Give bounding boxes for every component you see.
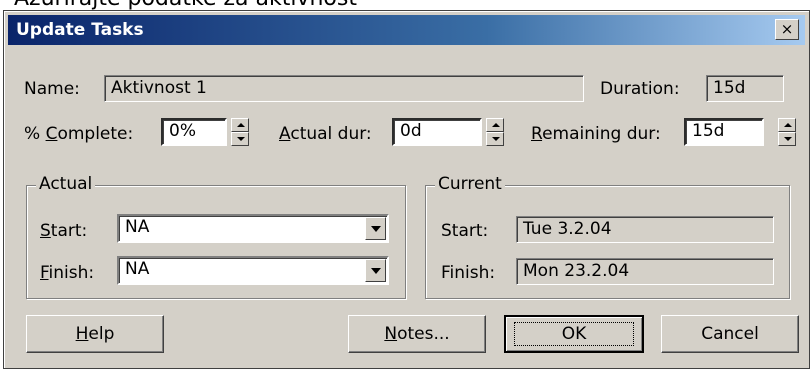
- actual-start-combo[interactable]: NA: [117, 214, 389, 243]
- remaining-dur-input[interactable]: 15d: [684, 118, 764, 146]
- actual-dur-label: Actual dur:: [279, 124, 372, 144]
- duration-label: Duration:: [600, 79, 680, 99]
- actual-group-label: Actual: [36, 174, 96, 194]
- actual-finish-label: Finish:: [40, 263, 95, 283]
- close-icon: ×: [780, 20, 794, 38]
- actual-finish-value: NA: [125, 259, 150, 279]
- spin-down-icon[interactable]: [778, 132, 796, 146]
- focus-ring: [514, 322, 634, 346]
- spin-up-icon[interactable]: [778, 118, 796, 132]
- dropdown-arrow-icon[interactable]: [365, 217, 386, 240]
- duration-field: 15d: [706, 75, 784, 102]
- current-finish-label: Finish:: [441, 263, 496, 283]
- remaining-dur-label: Remaining dur:: [531, 124, 661, 144]
- current-finish-field: Mon 23.2.04: [516, 258, 774, 285]
- notes-button[interactable]: Notes...: [348, 315, 486, 353]
- close-button[interactable]: ×: [775, 19, 799, 40]
- remaining-dur-spinner[interactable]: [778, 118, 796, 146]
- actual-dur-input[interactable]: 0d: [392, 118, 482, 146]
- actual-finish-combo[interactable]: NA: [117, 256, 389, 285]
- percent-complete-spinner[interactable]: [231, 118, 249, 146]
- spin-down-icon[interactable]: [486, 132, 504, 146]
- percent-complete-label: % Complete:: [24, 124, 134, 144]
- current-start-field: Tue 3.2.04: [516, 216, 774, 243]
- ok-button[interactable]: OK: [504, 315, 644, 353]
- dropdown-arrow-icon[interactable]: [365, 259, 386, 282]
- dialog-title: Update Tasks: [16, 20, 144, 40]
- actual-start-value: NA: [125, 217, 150, 237]
- spin-up-icon[interactable]: [231, 118, 249, 132]
- help-button[interactable]: Help: [26, 315, 164, 353]
- actual-start-label: Start:: [40, 221, 88, 241]
- current-start-label: Start:: [441, 221, 489, 241]
- actual-dur-spinner[interactable]: [486, 118, 504, 146]
- title-bar: Update Tasks ×: [8, 15, 805, 45]
- name-label: Name:: [24, 79, 80, 99]
- cancel-button[interactable]: Cancel: [661, 315, 799, 353]
- spin-up-icon[interactable]: [486, 118, 504, 132]
- spin-down-icon[interactable]: [231, 132, 249, 146]
- name-field: Aktivnost 1: [104, 75, 584, 102]
- update-tasks-dialog: Update Tasks × Name: Aktivnost 1 Duratio…: [3, 10, 810, 369]
- current-group-label: Current: [435, 174, 505, 194]
- percent-complete-input[interactable]: 0%: [161, 118, 227, 146]
